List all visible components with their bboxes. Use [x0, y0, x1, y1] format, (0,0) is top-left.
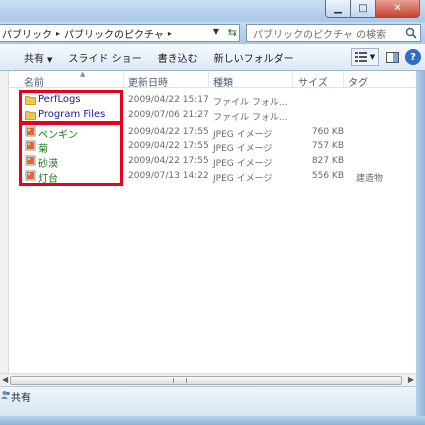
file-date: 2009/04/22 17:55	[128, 127, 209, 137]
address-bar[interactable]: パブリック ▸ パブリックのピクチャ ▸ ▼ ⇆	[0, 24, 240, 42]
column-header-type[interactable]: 種類	[213, 74, 233, 89]
refresh-icon[interactable]: ⇆	[228, 26, 237, 39]
search-icon[interactable]	[405, 27, 417, 39]
file-type: JPEG イメージ	[213, 130, 273, 140]
scroll-right-icon[interactable]: ▶	[408, 375, 414, 384]
file-date: 2009/04/22 17:55	[128, 141, 209, 151]
file-date: 2009/07/06 21:27	[128, 110, 209, 120]
caption-buttons: ▁ □ ✕	[325, 0, 420, 18]
file-type: ファイル フォル...	[213, 98, 288, 108]
preview-pane-icon	[385, 51, 399, 63]
toolbar-right-group: ▼ ?	[351, 48, 421, 66]
file-date: 2009/04/22 17:55	[128, 156, 209, 166]
share-label: 共有	[24, 53, 44, 65]
file-size: 760 KB	[311, 127, 344, 137]
scrollbar-thumb[interactable]	[10, 376, 402, 385]
scroll-left-icon[interactable]: ◀	[2, 375, 8, 384]
title-bar: ▁ □ ✕	[0, 0, 425, 22]
column-divider[interactable]	[343, 71, 344, 88]
column-header-name[interactable]: 名前	[24, 74, 44, 89]
column-header-tag[interactable]: タグ	[348, 74, 368, 89]
window-frame-bottom	[0, 416, 425, 425]
chevron-down-icon: ▼	[369, 53, 376, 61]
file-size: 757 KB	[311, 141, 344, 151]
file-type: JPEG イメージ	[213, 159, 273, 169]
share-button[interactable]: 共有 ▼	[0, 50, 60, 65]
file-size: 827 KB	[311, 156, 344, 166]
view-details-icon	[354, 52, 367, 62]
breadcrumb-separator-icon[interactable]: ▸	[56, 29, 60, 38]
folder-group-highlight	[19, 90, 123, 124]
new-folder-button[interactable]: 新しいフォルダー	[206, 50, 302, 65]
sort-ascending-icon: ▲	[80, 70, 86, 78]
column-divider[interactable]	[208, 71, 209, 88]
breadcrumb-public-pictures[interactable]: パブリックのピクチャ	[64, 26, 164, 41]
breadcrumb-public[interactable]: パブリック	[2, 26, 52, 41]
details-status: 共有	[11, 393, 31, 404]
help-button[interactable]: ?	[405, 49, 421, 65]
column-header-date[interactable]: 更新日時	[128, 74, 168, 89]
shared-users-icon	[1, 391, 10, 399]
navigation-pane-edge[interactable]	[0, 71, 9, 373]
file-type: JPEG イメージ	[213, 174, 273, 184]
column-header-size[interactable]: サイズ	[298, 74, 328, 89]
file-date: 2009/04/22 15:17	[128, 95, 209, 105]
chevron-down-icon: ▼	[47, 55, 53, 64]
file-type: ファイル フォル...	[213, 113, 288, 123]
file-tag: 建造物	[356, 174, 384, 184]
column-divider[interactable]	[292, 71, 293, 88]
close-button[interactable]: ✕	[376, 0, 420, 18]
column-header: ▲ 名前 更新日時 種類 サイズ タグ	[10, 70, 416, 89]
minimize-button[interactable]: ▁	[325, 0, 351, 18]
file-list-area: ▲ 名前 更新日時 種類 サイズ タグ PerfLogs 2009/04/22 …	[0, 70, 416, 373]
column-divider[interactable]	[123, 71, 124, 88]
scrollbar-grip-icon	[173, 378, 187, 383]
address-row: パブリック ▸ パブリックのピクチャ ▸ ▼ ⇆ パブリックのピクチャ の検索	[0, 22, 425, 44]
horizontal-scrollbar[interactable]: ◀ ▶	[0, 373, 416, 386]
change-view-button[interactable]: ▼	[351, 48, 379, 66]
maximize-button[interactable]: □	[351, 0, 376, 18]
address-dropdown-icon[interactable]: ▼	[213, 27, 219, 36]
window-frame-right	[416, 71, 425, 425]
preview-pane-button[interactable]	[383, 48, 401, 66]
search-placeholder: パブリックのピクチャ の検索	[253, 29, 387, 41]
details-pane: 共有	[0, 386, 416, 416]
slideshow-button[interactable]: スライド ショー	[60, 50, 149, 65]
file-date: 2009/07/13 14:22	[128, 171, 209, 181]
command-bar: 共有 ▼ スライド ショー 書き込む 新しいフォルダー ▼ ?	[0, 44, 425, 71]
breadcrumb-separator-icon[interactable]: ▸	[168, 29, 172, 38]
search-input[interactable]: パブリックのピクチャ の検索	[246, 24, 421, 42]
file-type: JPEG イメージ	[213, 144, 273, 154]
image-group-highlight	[19, 122, 123, 186]
burn-button[interactable]: 書き込む	[150, 50, 206, 65]
file-size: 556 KB	[311, 171, 344, 181]
